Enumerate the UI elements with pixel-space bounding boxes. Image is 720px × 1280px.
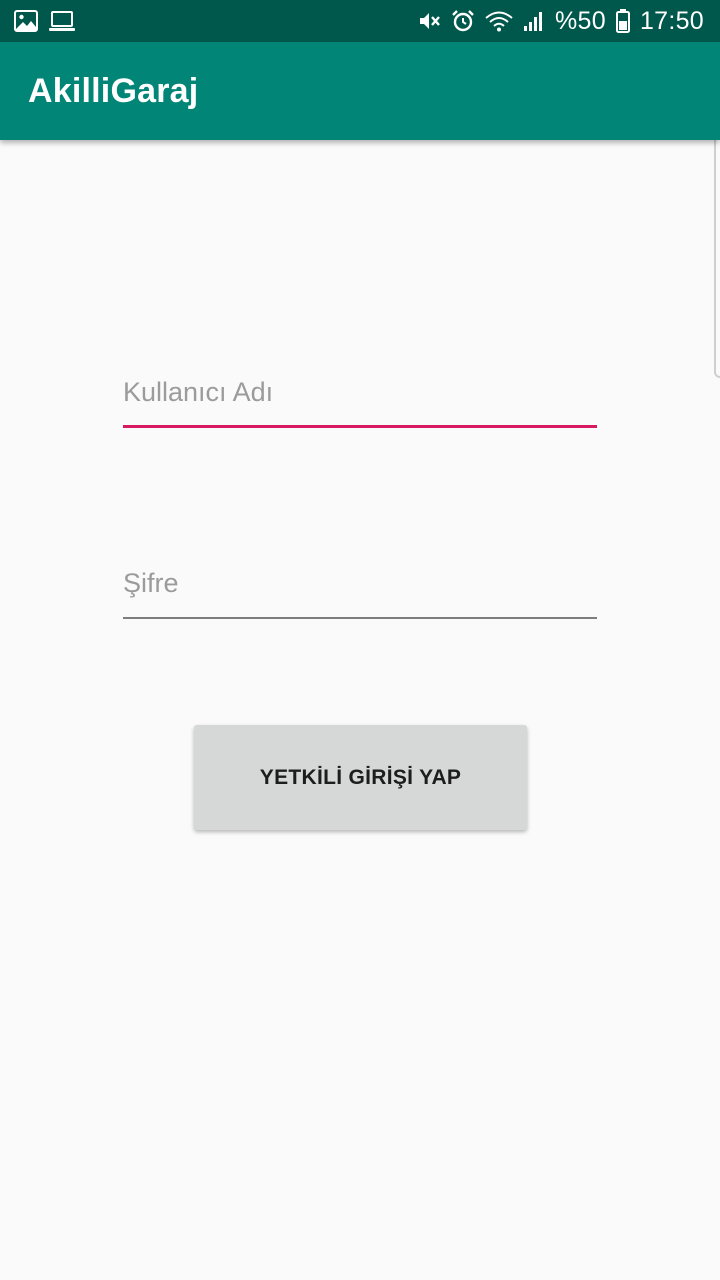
status-bar-right: %50 17:50 xyxy=(417,7,704,36)
laptop-icon xyxy=(48,10,76,32)
username-field[interactable] xyxy=(123,368,597,428)
mute-icon xyxy=(417,9,441,33)
password-input[interactable] xyxy=(123,559,597,619)
status-bar-left xyxy=(14,10,76,32)
status-bar: %50 17:50 xyxy=(0,0,720,42)
wifi-icon xyxy=(485,10,513,32)
battery-icon xyxy=(615,9,630,33)
app-bar: AkilliGaraj xyxy=(0,42,720,140)
alarm-icon xyxy=(451,9,475,33)
signal-icon xyxy=(523,10,545,32)
app-title: AkilliGaraj xyxy=(28,72,199,110)
battery-percentage: %50 xyxy=(555,6,606,35)
clock: 17:50 xyxy=(639,6,704,35)
edge-panel-handle[interactable] xyxy=(714,128,720,378)
authorized-login-button[interactable]: YETKİLİ GİRİŞİ YAP xyxy=(194,725,527,830)
password-underline xyxy=(123,617,597,619)
username-underline xyxy=(123,425,597,428)
password-field[interactable] xyxy=(123,559,597,619)
gallery-icon xyxy=(14,10,38,32)
username-input[interactable] xyxy=(123,368,597,428)
